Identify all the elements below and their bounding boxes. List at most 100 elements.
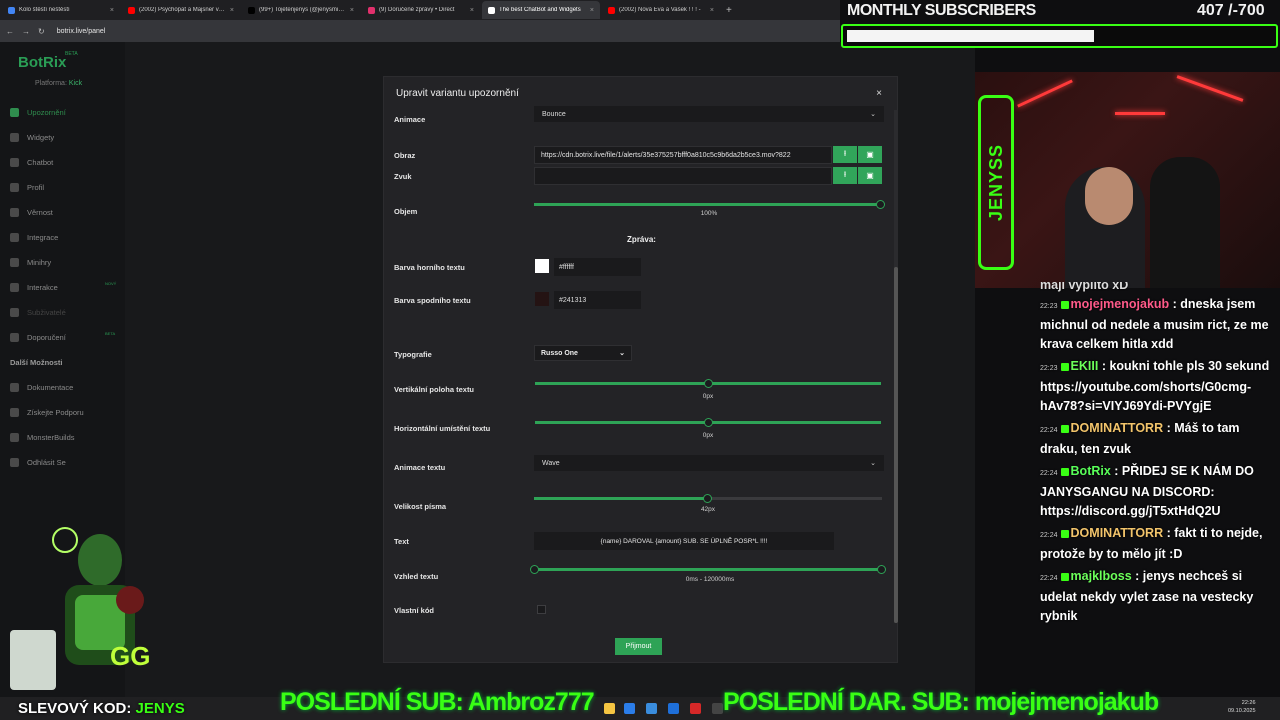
close-tab-icon[interactable]: × [110,7,114,14]
sidebar-item[interactable]: Widgety [10,125,125,150]
nav-icon [10,258,19,267]
new-tab-button[interactable]: + [726,5,732,16]
subscriber-goal-bar [841,24,1278,48]
sidebar-more-item[interactable]: Odhlásit Se [10,450,125,475]
neon-light [1115,112,1165,115]
alert-text-input[interactable]: {name} DAROVAL {amount} SUB. SE ÚPLNĚ PO… [534,532,834,550]
chat-message: 22:24 majklboss : jenys nechceš si udelat… [1040,567,1280,626]
sound-gallery-icon[interactable]: ▣ [858,167,882,184]
vertical-slider[interactable] [535,379,881,388]
gallery-icon[interactable]: ▣ [858,146,882,163]
upload-icon[interactable]: ⭱ [833,146,857,163]
custom-code-checkbox[interactable] [537,605,546,614]
kick-badge-icon [1060,300,1069,309]
sidebar-item-label: Doporučení [27,333,66,342]
text-animation-select[interactable]: Wave ⌄ [534,455,884,471]
sidebar-item[interactable]: Interakce NOVÝ [10,275,125,300]
sidebar-more-item[interactable]: Dokumentace [10,375,125,400]
sound-label: Zvuk [394,172,412,181]
forward-icon[interactable]: → [22,27,30,36]
sidebar-item-label: MonsterBuilds [27,433,75,442]
file-explorer-icon[interactable] [604,703,615,714]
volume-value: 100% [700,210,718,217]
horizontal-slider[interactable] [535,418,881,427]
discount-code-banner: SLEVOVÝ KOD: JENYS [18,700,185,717]
nav-icon [10,308,19,317]
animation-label: Animace [394,115,426,124]
app-icon[interactable] [712,703,723,714]
image-url-input[interactable]: https://cdn.botrix.live/file/1/alerts/35… [534,146,832,164]
sidebar-more-item[interactable]: Získejte Podporu [10,400,125,425]
sidebar-item[interactable]: Profil [10,175,125,200]
browser-tab[interactable]: (2002) Psychopat a Majsner vs... × [122,1,240,19]
bottom-color-label: Barva spodního textu [394,296,471,305]
browser-tab[interactable]: (99+) Tojetenjenys (@jenysmin... × [242,1,360,19]
edit-alert-variant-modal: Upravit variantu upozornění × Animace Bo… [383,76,898,663]
back-icon[interactable]: ← [6,27,14,36]
volume-slider[interactable] [534,200,885,209]
browser-tab[interactable]: (9) Doručené zprávy • Direct × [362,1,480,19]
sound-input[interactable] [534,167,832,185]
browser-tab[interactable]: The best ChatBot and Widgets × [482,1,600,19]
sidebar-item[interactable]: Chatbot [10,150,125,175]
browser-tab[interactable]: (2002) Nová Eva a Vašek ! ! ! - × [602,1,720,19]
scrollbar-thumb[interactable] [894,267,898,623]
tab-title: (2002) Nová Eva a Vašek ! ! ! - [619,7,701,13]
duration-start-knob[interactable] [530,565,539,574]
upload-sound-icon[interactable]: ⭱ [833,167,857,184]
chat-username: DOMINATTORR [1070,526,1164,540]
bottom-color-swatch[interactable] [535,292,549,306]
chat-time: 22:24 [1040,575,1058,582]
top-color-hex[interactable]: #ffffff [554,258,641,276]
monthly-subscribers-count: 407 /-700 [1197,2,1265,19]
close-tab-icon[interactable]: × [710,7,714,14]
store-icon[interactable] [646,703,657,714]
font-size-knob[interactable] [703,494,712,503]
beta-badge: BETA [65,51,78,57]
typography-select[interactable]: Russo One ⌄ [534,345,632,361]
url-field[interactable]: botrix.live/panel [57,28,106,35]
accept-button[interactable]: Přijmout [615,638,662,655]
close-icon[interactable]: × [876,88,882,99]
sidebar-more-item[interactable]: MonsterBuilds [10,425,125,450]
message-heading: Zpráva: [627,235,656,244]
close-tab-icon[interactable]: × [230,7,234,14]
edge-icon[interactable] [624,703,635,714]
vertical-knob[interactable] [704,379,713,388]
animation-select[interactable]: Bounce ⌄ [534,106,884,122]
system-clock[interactable]: 22:26 09.10.2025 [1228,699,1256,715]
chat-message: 22:23 mojejmenojakub : dneska jsem michnu… [1040,295,1280,354]
nav-tag: BETA [105,331,116,336]
close-tab-icon[interactable]: × [590,7,594,14]
font-size-slider[interactable] [534,494,712,503]
sidebar-item[interactable]: Upozornění [10,100,125,125]
sidebar-item[interactable]: Minihry [10,250,125,275]
sidebar-item[interactable]: Integrace [10,225,125,250]
chat-username: EKIII [1070,359,1099,373]
sidebar-item[interactable]: Věrnost [10,200,125,225]
opera-icon[interactable] [690,703,701,714]
duration-range-slider[interactable] [530,565,886,574]
browser-tab[interactable]: Kolo štěstí neštěstí × [2,1,120,19]
close-tab-icon[interactable]: × [350,7,354,14]
close-tab-icon[interactable]: × [470,7,474,14]
volume-knob[interactable] [876,200,885,209]
outlook-icon[interactable] [668,703,679,714]
platform-label: Platforma: Kick [35,80,83,87]
horizontal-knob[interactable] [704,418,713,427]
top-color-swatch[interactable] [535,259,549,273]
reload-icon[interactable]: ↻ [38,27,45,36]
typography-value: Russo One [541,349,578,357]
sidebar-item[interactable]: Doporučení BETA [10,325,125,350]
nav-icon [10,458,19,467]
duration-end-knob[interactable] [877,565,886,574]
sidebar-item-label: Upozornění [27,108,66,117]
botrix-logo[interactable]: BotRix [18,54,66,71]
text-look-label: Vzhled textu [394,572,439,581]
sidebar-item[interactable]: Subživatelé [10,300,125,325]
nav-icon [10,433,19,442]
duration-value: 0ms - 120000ms [685,576,735,583]
chat-username: mojejmenojakub [1070,297,1170,311]
bottom-color-hex[interactable]: #241313 [554,291,641,309]
chat-time: 22:23 [1040,365,1058,372]
